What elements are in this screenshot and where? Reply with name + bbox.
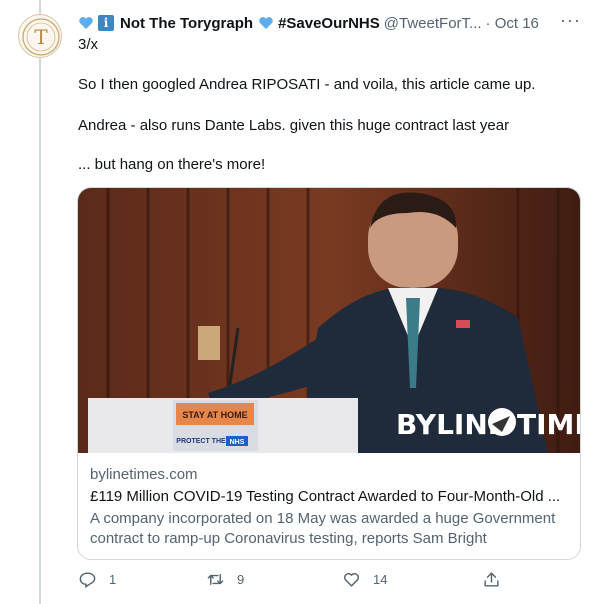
reply-count: 1 <box>109 572 117 587</box>
display-name-hashtag[interactable]: #SaveOurNHS <box>278 15 380 32</box>
avatar[interactable]: T <box>18 14 62 58</box>
tweet-text-line: So I then googled Andrea RIPOSATI - and … <box>78 76 536 93</box>
thread-line <box>39 0 41 604</box>
article-image[interactable]: STAY AT HOME PROTECT THE NHS BYLINE TIME… <box>78 188 581 453</box>
blue-heart-icon <box>259 17 273 29</box>
svg-text:T: T <box>34 25 48 49</box>
reply-icon <box>79 572 96 588</box>
tweet-text-line: Andrea - also runs Dante Labs. given thi… <box>78 117 510 134</box>
retweet-icon <box>207 574 224 585</box>
like-button[interactable]: 14 <box>342 570 387 589</box>
display-name[interactable]: Not The Torygraph <box>120 15 253 32</box>
tweet-text-line: ... but hang on there's more! <box>78 156 266 173</box>
byline-brand-right: TIMES <box>517 408 581 441</box>
tweet-header: i Not The Torygraph #SaveOurNHS @TweetFo… <box>78 10 583 34</box>
share-button[interactable] <box>482 570 501 589</box>
like-count: 14 <box>373 572 388 587</box>
card-description: A company incorporated on 18 May was awa… <box>90 510 556 547</box>
blue-heart-icon <box>79 17 93 29</box>
nhs-logo-text: NHS <box>230 439 245 446</box>
card-domain: bylinetimes.com <box>90 466 198 483</box>
tweet-text-line: 3/x <box>78 36 99 53</box>
tweet-actions: 1 9 14 <box>78 570 583 594</box>
lectern-bottom-text: PROTECT THE <box>176 438 226 445</box>
more-options-icon[interactable]: ··· <box>560 10 581 31</box>
link-card[interactable]: STAY AT HOME PROTECT THE NHS BYLINE TIME… <box>77 187 581 560</box>
user-handle[interactable]: @TweetForT... <box>384 15 482 32</box>
retweet-button[interactable]: 9 <box>206 570 244 589</box>
torygraph-logo-icon: T <box>22 18 60 56</box>
card-meta: bylinetimes.com £119 Million COVID-19 Te… <box>90 465 570 549</box>
card-title: £119 Million COVID-19 Testing Contract A… <box>90 488 561 505</box>
reply-button[interactable]: 1 <box>78 570 116 589</box>
heart-icon <box>344 573 359 587</box>
retweet-count: 9 <box>237 572 245 587</box>
tweet-date[interactable]: · Oct 16 <box>486 15 539 32</box>
information-icon: i <box>98 15 114 31</box>
lectern-top-text: STAY AT HOME <box>182 410 247 420</box>
share-icon <box>484 572 499 587</box>
